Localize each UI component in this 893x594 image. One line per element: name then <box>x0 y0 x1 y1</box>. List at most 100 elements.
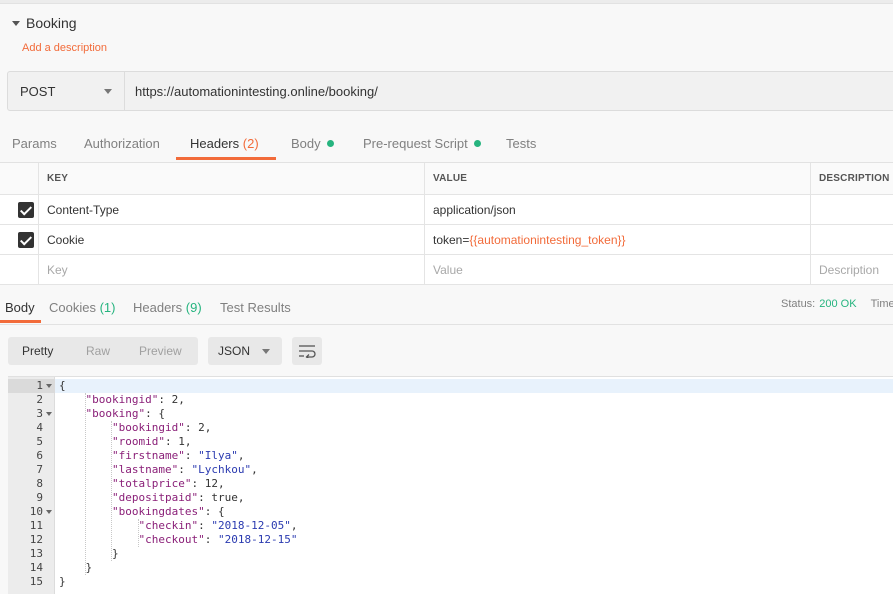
line-number: 13 <box>29 547 43 560</box>
response-tab-headers-label: Headers <box>133 300 183 315</box>
code-line: 4 "bookingid": 2, <box>8 421 893 435</box>
json-punctuation: , <box>237 491 245 504</box>
new-description-input[interactable]: Description <box>810 255 893 284</box>
json-punctuation: } <box>85 561 93 574</box>
body-indicator-dot-icon <box>326 140 334 148</box>
response-tab-body[interactable]: Body <box>5 288 35 324</box>
json-key: "checkout" <box>138 533 205 546</box>
code-line: 10 "bookingdates": { <box>8 505 893 519</box>
json-punctuation: : <box>204 533 218 546</box>
language-select[interactable]: JSON <box>208 337 282 365</box>
request-name[interactable]: Booking <box>12 15 77 31</box>
checkbox-checked-icon[interactable] <box>18 232 34 248</box>
format-raw-button[interactable]: Raw <box>70 337 125 365</box>
line-number: 8 <box>36 477 43 490</box>
fold-caret-icon[interactable] <box>46 384 52 388</box>
tab-pre-request-script[interactable]: Pre-request Script <box>363 123 481 163</box>
code-line: 1{ <box>8 379 893 393</box>
tab-pre-request-script-label: Pre-request Script <box>363 136 468 151</box>
json-value: "2018-12-15" <box>217 533 298 546</box>
response-tab-test-results[interactable]: Test Results <box>220 288 291 324</box>
json-punctuation: : <box>158 393 172 406</box>
json-punctuation: } <box>59 575 66 588</box>
code-text: { <box>59 379 66 393</box>
header-value-cell[interactable]: token= {{automationintesting_token}} <box>424 225 810 254</box>
json-punctuation: : <box>178 463 192 476</box>
indent-guide <box>137 519 139 547</box>
response-tab-test-results-label: Test Results <box>220 300 291 315</box>
tab-tests[interactable]: Tests <box>506 123 536 163</box>
response-tab-body-label: Body <box>5 300 35 315</box>
code-text: "lastname": "Lychkou", <box>112 463 258 477</box>
method-label: POST <box>20 83 56 99</box>
response-tab-cookies[interactable]: Cookies (1) <box>49 288 115 324</box>
tab-authorization[interactable]: Authorization <box>84 123 160 163</box>
json-punctuation: : { <box>145 407 165 420</box>
json-value: 1 <box>178 435 185 448</box>
method-select[interactable]: POST <box>8 72 125 110</box>
column-header-key: KEY <box>38 163 424 194</box>
indent-guide <box>111 421 112 561</box>
format-preview-button[interactable]: Preview <box>125 337 198 365</box>
line-number: 6 <box>36 449 43 462</box>
header-key-cell[interactable]: Cookie <box>38 225 424 254</box>
header-key-cell[interactable]: Content-Type <box>38 195 424 224</box>
wrap-lines-button[interactable] <box>292 337 322 365</box>
header-value-cell[interactable]: application/json <box>424 195 810 224</box>
tab-body-label: Body <box>291 136 321 151</box>
tab-authorization-label: Authorization <box>84 136 160 151</box>
top-tab-strip <box>0 0 893 4</box>
response-tab-headers[interactable]: Headers (9) <box>133 288 202 324</box>
fold-caret-icon[interactable] <box>46 510 52 514</box>
response-body-editor[interactable]: 1{2 "bookingid": 2, 3 "booking": {4 "booking… <box>8 376 893 594</box>
wrap-lines-icon <box>299 345 316 358</box>
checkbox-checked-icon[interactable] <box>18 202 34 218</box>
json-key: "bookingid" <box>112 421 185 434</box>
chevron-down-icon <box>104 88 112 94</box>
new-key-input[interactable]: Key <box>38 255 424 284</box>
code-line: 6 "firstname": "Ilya", <box>8 449 893 463</box>
code-text: "booking": { <box>86 407 165 421</box>
code-line: 2 "bookingid": 2, <box>8 393 893 407</box>
json-key: "booking" <box>85 407 146 420</box>
active-tab-indicator <box>176 157 276 160</box>
script-indicator-dot-icon <box>473 140 481 148</box>
json-key: "lastname" <box>112 463 179 476</box>
line-number: 2 <box>36 393 43 406</box>
add-description-link[interactable]: Add a description <box>22 42 107 54</box>
response-tab-cookies-label: Cookies <box>49 300 96 315</box>
header-description-cell[interactable] <box>810 195 893 224</box>
environment-variable: {{automationintesting_token}} <box>469 232 626 247</box>
json-key: "depositpaid" <box>112 491 199 504</box>
line-number: 4 <box>36 421 43 434</box>
response-tabs: Body Cookies (1) Headers (9) Test Result… <box>0 288 893 325</box>
json-punctuation: : <box>184 421 199 434</box>
json-value: "Lychkou" <box>191 463 252 476</box>
header-description-cell[interactable] <box>810 225 893 254</box>
table-header-row: KEY VALUE DESCRIPTION <box>0 163 893 195</box>
json-punctuation: : <box>184 449 199 462</box>
caret-down-icon[interactable] <box>12 20 20 26</box>
code-line: 12 "checkout": "2018-12-15" <box>8 533 893 547</box>
line-number: 7 <box>36 463 43 476</box>
format-pretty-button[interactable]: Pretty <box>8 337 70 365</box>
new-value-input[interactable]: Value <box>424 255 810 284</box>
fold-caret-icon[interactable] <box>46 412 52 416</box>
tab-body[interactable]: Body <box>291 123 334 163</box>
json-punctuation: , <box>204 421 212 434</box>
active-response-tab-indicator <box>0 320 41 323</box>
url-input[interactable]: https://automationintesting.online/booki… <box>125 72 893 110</box>
tab-headers-label: Headers <box>190 136 240 151</box>
json-punctuation: : <box>191 477 205 490</box>
table-row-new: Key Value Description <box>0 255 893 285</box>
tab-params[interactable]: Params <box>12 123 57 163</box>
code-text: } <box>86 561 93 575</box>
code-text: "firstname": "Ilya", <box>112 449 244 463</box>
status-label: Status: <box>781 298 816 310</box>
code-text: } <box>112 547 119 561</box>
line-number: 15 <box>29 575 43 588</box>
json-punctuation: } <box>112 547 119 560</box>
json-punctuation: , <box>217 477 225 490</box>
json-value: "Ilya" <box>198 449 238 462</box>
code-line: 15} <box>8 575 893 589</box>
